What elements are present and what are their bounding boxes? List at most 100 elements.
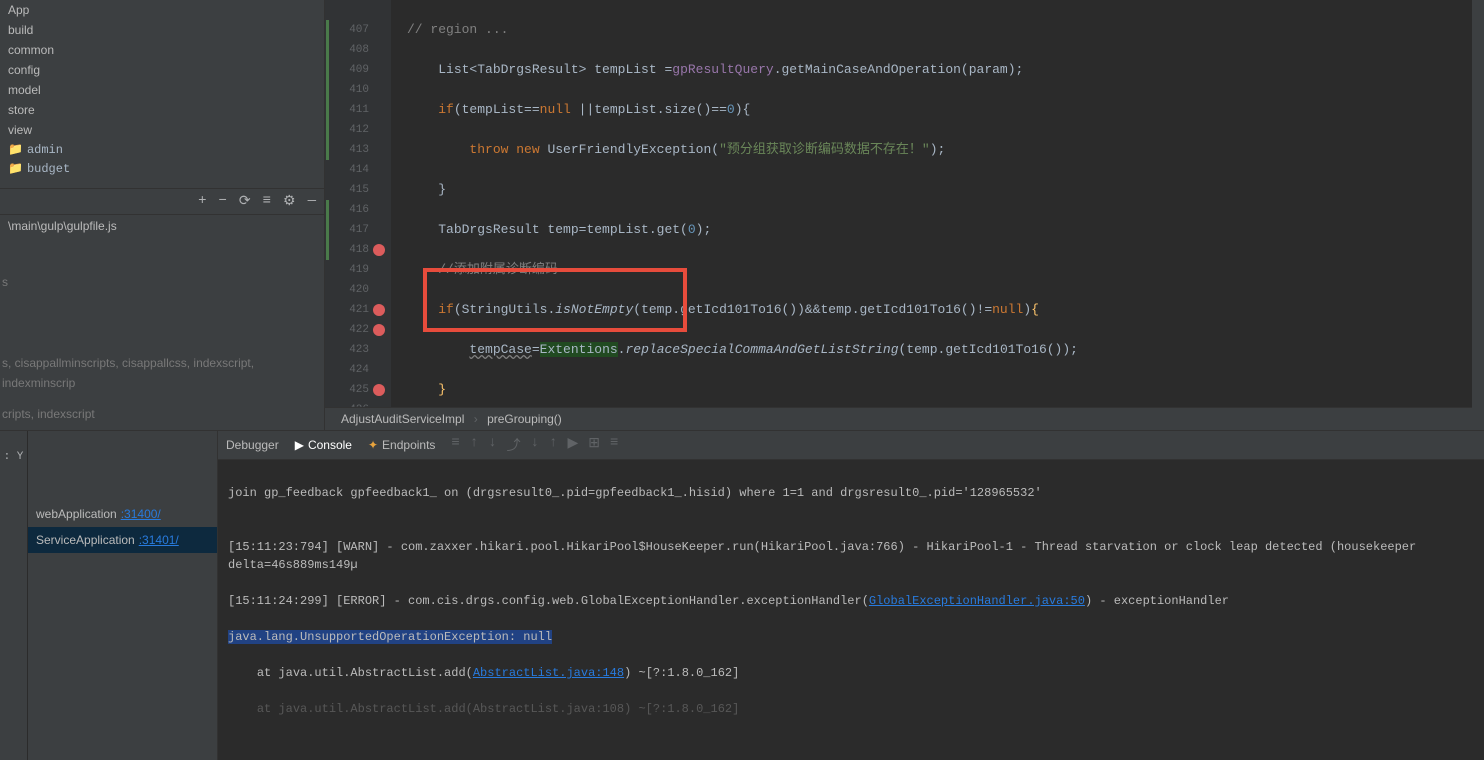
grid-icon[interactable]: ⊞ (588, 435, 600, 455)
gear-icon[interactable]: ⚙ (283, 193, 296, 210)
line-num: 415 (325, 180, 369, 200)
tree-toolbar: + − ⟳ ≡ ⚙ — (0, 188, 324, 214)
line-num: 421 (325, 300, 369, 320)
filter-icon[interactable]: ≡ (451, 435, 459, 455)
line-num: 410 (325, 80, 369, 100)
service-item-web[interactable]: webApplication :31400/ (28, 501, 217, 527)
log-line-error: [15:11:24:299] [ERROR] - com.cis.drgs.co… (228, 592, 1474, 610)
resume-icon[interactable]: ▶ (567, 435, 578, 455)
service-port-link[interactable]: :31401/ (139, 533, 179, 547)
collapse-icon[interactable]: — (308, 193, 316, 210)
tree-folder-label: admin (27, 143, 63, 157)
code-text: } (438, 182, 446, 197)
code-text: List<TabDrgsResult> tempList = (438, 62, 672, 77)
code-text: TabDrgsResult temp=tempList.get( (438, 222, 688, 237)
tree-folder-model[interactable]: model (0, 80, 324, 100)
line-num: 407 (325, 20, 369, 40)
editor-scrollbar[interactable] (1472, 0, 1484, 407)
tree-folder-common[interactable]: common (0, 40, 324, 60)
list-icon[interactable]: ≡ (610, 435, 618, 455)
code-text: "预分组获取诊断编码数据不存在！" (719, 142, 930, 157)
minus-icon[interactable]: − (218, 193, 226, 210)
tab-endpoints[interactable]: ✦ Endpoints (368, 438, 435, 452)
debug-panel: : Y webApplication :31400/ ServiceApplic… (0, 430, 1484, 760)
log-line-exception: java.lang.UnsupportedOperationException:… (228, 628, 1474, 646)
code-text: ); (696, 222, 712, 237)
log-line-warn: [15:11:23:794] [WARN] - com.zaxxer.hikar… (228, 538, 1474, 574)
line-num: 425 (325, 380, 369, 400)
code-text: (temp.getIcd101To16())&&temp.getIcd101To… (633, 302, 992, 317)
refresh-icon[interactable]: ⟳ (239, 193, 251, 210)
chevron-right-icon: › (474, 412, 478, 426)
tree-folder-store[interactable]: store (0, 100, 324, 120)
project-tree[interactable]: App build common config model store view… (0, 0, 324, 188)
code-text: (tempList== (454, 102, 540, 117)
endpoints-icon: ✦ (368, 438, 378, 452)
code-text: null (992, 302, 1023, 317)
code-text: isNotEmpty (555, 302, 633, 317)
debug-services-panel: webApplication :31400/ ServiceApplicatio… (28, 431, 218, 760)
console-output[interactable]: join gp_feedback gpfeedback1_ on (drgsre… (218, 460, 1484, 760)
faded-tasks-2: s, cisappallminscripts, cisappallcss, in… (0, 348, 324, 398)
line-num: 409 (325, 60, 369, 80)
service-label: webApplication (36, 507, 117, 521)
code-text: (temp.getIcd101To16()); (899, 342, 1078, 357)
code-editor[interactable]: 407 408 409 410 411 412 413 414 415 416 … (325, 0, 1484, 430)
tree-folder-budget[interactable]: 📁 budget (0, 159, 324, 178)
step-icon[interactable]: ⤴ (507, 435, 521, 455)
project-sidebar: App build common config model store view… (0, 0, 325, 430)
log-line-stack: at java.util.AbstractList.add(AbstractLi… (228, 664, 1474, 682)
down-icon[interactable]: ↓ (488, 435, 496, 455)
code-text: .getMainCaseAndOperation(param); (774, 62, 1024, 77)
debug-indicator-icon[interactable]: : Y (4, 451, 24, 463)
line-num: 412 (325, 120, 369, 140)
line-gutter[interactable]: 407 408 409 410 411 412 413 414 415 416 … (325, 0, 385, 407)
tree-folder-app[interactable]: App (0, 0, 324, 20)
step-into-icon[interactable]: ↓ (531, 435, 539, 455)
code-text: tempCase (469, 342, 531, 357)
tree-folder-build[interactable]: build (0, 20, 324, 40)
breadcrumb[interactable]: AdjustAuditServiceImpl › preGrouping() (325, 407, 1484, 430)
code-text: ); (930, 142, 946, 157)
breakpoint-icon[interactable] (373, 324, 385, 336)
code-text: 0 (688, 222, 696, 237)
folder-icon: 📁 (8, 142, 23, 157)
line-num: 416 (325, 200, 369, 220)
service-item-service[interactable]: ServiceApplication :31401/ (28, 527, 217, 553)
debug-side-toolbar: : Y (0, 431, 28, 760)
tab-console[interactable]: ▶ Console (295, 438, 352, 452)
step-out-icon[interactable]: ↑ (549, 435, 557, 455)
tree-folder-admin[interactable]: 📁 admin (0, 140, 324, 159)
folder-icon: 📁 (8, 161, 23, 176)
line-num: 413 (325, 140, 369, 160)
tree-folder-label: budget (27, 162, 70, 176)
up-icon[interactable]: ↑ (470, 435, 478, 455)
service-port-link[interactable]: :31400/ (121, 507, 161, 521)
service-label: ServiceApplication (36, 533, 135, 547)
code-text: throw new (469, 142, 539, 157)
code-text: (StringUtils. (454, 302, 555, 317)
code-text: // region ... (407, 22, 516, 37)
expand-icon[interactable]: ≡ (263, 193, 271, 210)
breakpoint-icon[interactable] (373, 304, 385, 316)
add-icon[interactable]: + (198, 193, 206, 210)
breakpoint-icon[interactable] (373, 244, 385, 256)
tab-debugger[interactable]: Debugger (226, 438, 279, 452)
line-num: 414 (325, 160, 369, 180)
log-link[interactable]: GlobalExceptionHandler.java:50 (869, 594, 1085, 608)
breakpoint-icon[interactable] (373, 384, 385, 396)
code-text: //添加附属诊断编码 (438, 262, 558, 277)
line-num: 417 (325, 220, 369, 240)
faded-tasks-3: cripts, indexscript (0, 399, 324, 430)
console-icon: ▶ (295, 438, 304, 452)
tree-folder-config[interactable]: config (0, 60, 324, 80)
line-num: 419 (325, 260, 369, 280)
line-num: 411 (325, 100, 369, 120)
breadcrumb-class[interactable]: AdjustAuditServiceImpl (341, 412, 464, 426)
code-text: UserFriendlyException( (540, 142, 719, 157)
code-content[interactable]: // region ... List<TabDrgsResult> tempLi… (391, 0, 1484, 407)
breadcrumb-method[interactable]: preGrouping() (487, 412, 562, 426)
tree-folder-view[interactable]: view (0, 120, 324, 140)
log-link[interactable]: AbstractList.java:148 (473, 666, 624, 680)
log-line: join gp_feedback gpfeedback1_ on (drgsre… (228, 484, 1474, 502)
